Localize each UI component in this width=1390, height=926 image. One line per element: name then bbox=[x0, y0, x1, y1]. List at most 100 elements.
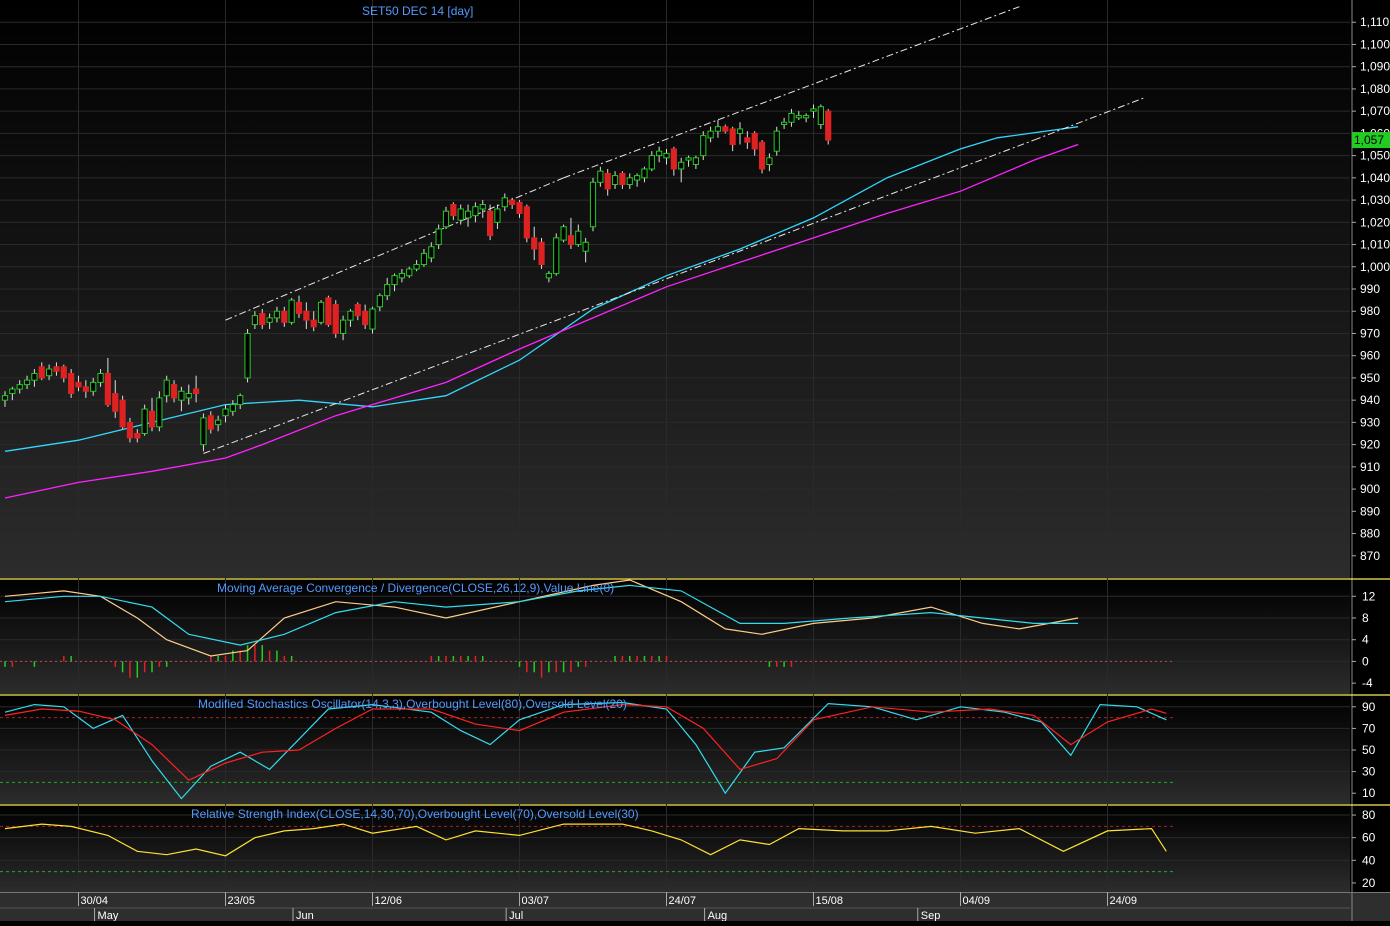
indicator-tick-label: 80 bbox=[1362, 808, 1376, 822]
candle-body-up bbox=[817, 106, 824, 125]
candle-body-up bbox=[611, 175, 619, 186]
candle bbox=[538, 237, 545, 269]
candle-body-down bbox=[487, 210, 494, 237]
candle-body-down bbox=[38, 366, 45, 379]
candle-body-up bbox=[773, 130, 780, 152]
candle-body-up bbox=[575, 230, 582, 246]
price-tick-label: 1,020 bbox=[1360, 215, 1390, 229]
candle-body-up bbox=[185, 392, 192, 399]
candle-body-up bbox=[156, 397, 163, 428]
candle-body-up bbox=[369, 308, 376, 330]
indicator-tick-label: 60 bbox=[1362, 831, 1376, 845]
candle-body-up bbox=[420, 252, 428, 266]
price-tick-label: 1,030 bbox=[1360, 193, 1390, 207]
candle-body-up bbox=[435, 228, 442, 246]
price-tick-label: 1,110 bbox=[1360, 15, 1389, 29]
candle-body-down bbox=[295, 301, 303, 314]
candle-body-down bbox=[604, 172, 611, 190]
candle-body-down bbox=[670, 148, 677, 170]
candle-body-down bbox=[134, 433, 141, 439]
price-tick-label: 970 bbox=[1360, 326, 1380, 340]
candle-body-up bbox=[413, 264, 420, 270]
candle-body-up bbox=[200, 417, 207, 446]
candle-body-up bbox=[736, 128, 744, 134]
candle-body-down bbox=[619, 172, 626, 186]
candle-body-up bbox=[707, 130, 714, 139]
candle-body-down bbox=[531, 237, 538, 250]
month-label: Jun bbox=[296, 910, 314, 921]
candle-body-up bbox=[23, 379, 31, 386]
price-tick-label: 1,000 bbox=[1360, 260, 1390, 274]
candle-body-up bbox=[340, 319, 347, 334]
indicator-tick-label: 40 bbox=[1362, 853, 1376, 867]
candle bbox=[317, 300, 325, 325]
candle-body-down bbox=[60, 366, 67, 379]
candle-body-down bbox=[126, 421, 134, 439]
candle-body-down bbox=[170, 384, 178, 399]
candle-body-up bbox=[244, 332, 251, 379]
price-tick-label: 870 bbox=[1360, 549, 1380, 563]
candle-body-up bbox=[266, 317, 273, 323]
candle-body-down bbox=[722, 126, 729, 132]
candle bbox=[589, 177, 597, 232]
candle bbox=[68, 369, 75, 398]
price-tick-label: 980 bbox=[1360, 304, 1380, 318]
candle bbox=[325, 295, 332, 327]
candle-body-up bbox=[163, 379, 170, 397]
price-tick-label: 1,010 bbox=[1360, 238, 1390, 252]
chart-canvas: 8708808909009109209309409509609709809901… bbox=[0, 0, 1390, 922]
candle-body-up bbox=[464, 210, 472, 219]
price-tick-label: 900 bbox=[1360, 482, 1380, 496]
candle-body-down bbox=[148, 410, 156, 428]
candle-body-up bbox=[560, 226, 567, 241]
price-tick-label: 890 bbox=[1360, 504, 1380, 518]
candle-body-down bbox=[82, 386, 89, 392]
candle-body-down bbox=[567, 235, 575, 246]
candle-body-up bbox=[317, 301, 325, 323]
candle-body-down bbox=[104, 372, 112, 406]
indicator-tick-label: 4 bbox=[1362, 633, 1369, 647]
candle-body-up bbox=[472, 206, 479, 217]
x-tick-label: 24/09 bbox=[1110, 895, 1138, 907]
candle-body-up bbox=[384, 284, 391, 297]
candle-body-down bbox=[325, 297, 332, 326]
x-tick-label: 15/08 bbox=[816, 895, 844, 907]
candle bbox=[523, 204, 530, 243]
candle bbox=[119, 395, 126, 430]
candle-body-down bbox=[112, 392, 119, 412]
candle-body-down bbox=[362, 310, 369, 326]
x-tick-label: 03/07 bbox=[522, 895, 550, 907]
indicator-tick-label: 70 bbox=[1362, 721, 1376, 735]
candle-body-up bbox=[788, 112, 795, 123]
candle-body-up bbox=[178, 390, 185, 401]
candle bbox=[288, 297, 295, 325]
candle-body-down bbox=[68, 372, 75, 394]
candle-body-down bbox=[751, 132, 758, 150]
candle-body-down bbox=[119, 399, 126, 428]
candle-body-up bbox=[494, 208, 501, 223]
candle bbox=[141, 404, 148, 436]
candle-body-up bbox=[714, 126, 722, 132]
candle-body-up bbox=[685, 157, 692, 161]
indicator-tick-label: 0 bbox=[1362, 654, 1369, 668]
candle-body-up bbox=[229, 404, 236, 412]
candle-body-down bbox=[729, 128, 736, 145]
candle-body-up bbox=[1, 395, 9, 401]
candle bbox=[700, 131, 707, 161]
price-tick-label: 940 bbox=[1360, 393, 1380, 407]
candle-body-up bbox=[626, 177, 633, 186]
candle-body-down bbox=[825, 110, 832, 141]
candle-body-up bbox=[656, 150, 663, 157]
month-label: May bbox=[98, 910, 119, 921]
candle-body-up bbox=[251, 315, 259, 326]
indicator-title: Modified Stochastics Oscillator(14,3,3),… bbox=[198, 697, 627, 711]
month-label: Jul bbox=[509, 910, 523, 921]
candle-body-down bbox=[354, 304, 361, 317]
candle bbox=[825, 108, 832, 145]
candle-body-up bbox=[597, 170, 604, 183]
candle-body-up bbox=[582, 241, 589, 252]
candle-body-up bbox=[678, 161, 685, 170]
price-tick-label: 880 bbox=[1360, 527, 1380, 541]
candle-body-up bbox=[376, 295, 383, 308]
candle-body-up bbox=[442, 210, 450, 228]
